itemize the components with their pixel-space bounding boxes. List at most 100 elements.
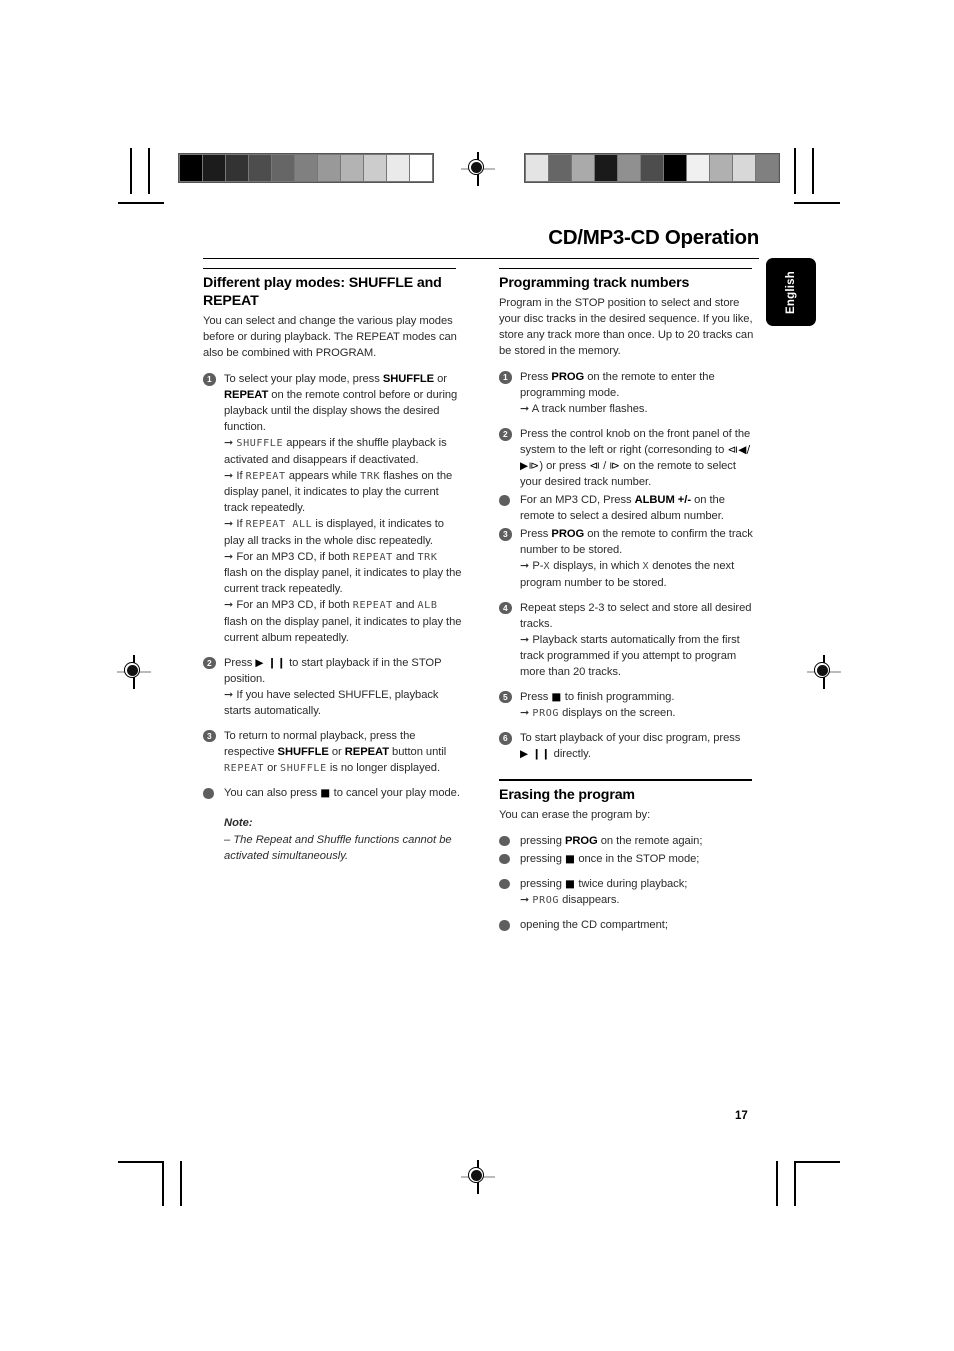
note-body: – The Repeat and Shuffle functions canno… [224,834,452,863]
step-number-badge: 1 [203,373,216,386]
step-text-part: Playback starts automatically from the f… [520,633,740,678]
registration-target-icon-right [807,655,841,689]
section-title-erasing: Erasing the program [499,786,635,803]
step-text-part: Press [224,656,256,669]
display-text: PROG [532,894,560,906]
erasing-bullet-list: pressing PROG on the remote again; press… [499,833,759,933]
step-text-part: Repeat steps 2-3 to select and store all… [520,601,752,630]
arrow-icon: ➞ [520,706,530,719]
display-text: TRK [360,470,381,482]
step-text-part: Press [520,371,552,384]
step-text-part: appears while [285,469,361,482]
arrow-icon: ➞ [224,469,234,482]
list-item: 3 Press PROG on the remote to confirm th… [499,526,759,590]
display-text: REPEAT [224,762,265,774]
step-text-part: is no longer displayed. [326,761,441,774]
step-text-part: button until [389,745,447,758]
section-divider [499,268,752,270]
play-pause-icon: ▶ ❙❙ [520,748,551,761]
stop-icon: ■ [551,690,562,703]
key-label: PROG [551,371,585,384]
step-text-part: to cancel your play mode. [330,787,460,800]
gray-patch-9 [387,155,409,181]
step-text-part: Press [520,528,552,541]
play-modes-step-list: 1 To select your play mode, press SHUFFL… [203,371,463,801]
arrow-icon: ➞ [520,403,530,416]
list-item: pressing ■ twice during playback; ➞ PROG… [499,876,759,908]
skip-previous-icon: ⧏ [589,460,601,473]
step-text-part: flash on the display panel, it indicates… [224,615,462,644]
list-item: 1 To select your play mode, press SHUFFL… [203,371,463,645]
gray-patch-7 [341,155,363,181]
stop-icon: ■ [564,852,576,865]
step-text-part: or [328,745,345,758]
key-label: REPEAT [224,389,269,402]
step-text-part: ) or press [539,460,590,473]
step-text-part: For an MP3 CD, if both [236,550,353,563]
step-text-part: on the remote again; [597,834,703,847]
registration-target-icon-top [461,152,495,186]
key-label: PROG [551,528,585,541]
section-title-programming: Programming track numbers [499,275,690,292]
list-item: 1 Press PROG on the remote to enter the … [499,369,759,417]
section-intro-play-modes: You can select and change the various pl… [203,315,457,360]
display-text: REPEAT [245,470,286,482]
grayscale-calibration-strip-left [178,153,434,183]
gray-patch-5 [641,155,663,181]
arrow-icon: ➞ [520,893,530,906]
step-text-part: to finish programming. [561,690,675,703]
step-text-part: pressing [520,877,565,890]
crop-mark-top-right [776,148,840,210]
list-item: 2 Press ▶ ❙❙ to start playback if in the… [203,655,463,719]
bullet-dot-icon [203,788,214,799]
right-column: Programming track numbers Program in the… [499,268,759,942]
gray-patch-9 [733,155,755,181]
step-number-badge: 5 [499,690,512,704]
list-item: opening the CD compartment; [499,917,759,933]
gray-patch-1 [203,155,225,181]
list-item: pressing PROG on the remote again; [499,833,759,849]
step-text-part: If you have selected SHUFFLE, playback s… [224,688,439,717]
gray-patch-6 [318,155,340,181]
page-header: CD/MP3-CD Operation [203,226,759,250]
step-number-badge: 3 [499,528,512,541]
stop-icon: ■ [320,787,331,800]
gray-patch-6 [664,155,686,181]
section-divider [203,268,456,270]
section-play-modes: Different play modes: SHUFFLE and REPEAT… [203,268,463,864]
key-label: SHUFFLE [277,745,329,758]
display-text: REPEAT [352,600,393,612]
step-text-part: or [264,761,281,774]
page-number: 17 [735,1110,748,1122]
gray-patch-7 [687,155,709,181]
list-item: 2 Press the control knob on the front pa… [499,426,759,490]
display-text: SHUFFLE [236,438,284,450]
step-text-part: To select your play mode, press [224,373,383,386]
step-text-part: opening the CD compartment; [520,919,668,932]
step-text-part: For an MP3 CD, if both [236,599,353,612]
gray-patch-0 [526,155,548,181]
display-text: ALB [417,600,438,612]
gray-patch-4 [618,155,640,181]
gray-patch-0 [180,155,202,181]
gray-patch-3 [249,155,271,181]
key-label: PROG [564,834,598,847]
list-item: 4 Repeat steps 2-3 to select and store a… [499,600,759,680]
display-text: REPEAT ALL [245,519,313,531]
gray-patch-8 [710,155,732,181]
note-block: Note: – The Repeat and Shuffle functions… [203,815,463,864]
arrow-icon: ➞ [520,633,530,646]
stop-icon: ■ [564,877,576,890]
section-erasing-program: Erasing the program You can erase the pr… [499,779,759,933]
crop-mark-bottom-left [118,1152,182,1214]
arrow-icon: ➞ [224,437,234,450]
gray-patch-8 [364,155,386,181]
list-item: You can also press ■ to cancel your play… [203,785,463,801]
note-heading: Note: [224,817,253,830]
skip-next-icon: ⧐ [609,460,621,473]
language-tab-label: English [785,270,797,314]
list-item: pressing ■ once in the STOP mode; [499,851,759,867]
arrow-icon: ➞ [224,599,234,612]
list-item: 3 To return to normal playback, press th… [203,728,463,776]
section-divider [499,779,752,781]
